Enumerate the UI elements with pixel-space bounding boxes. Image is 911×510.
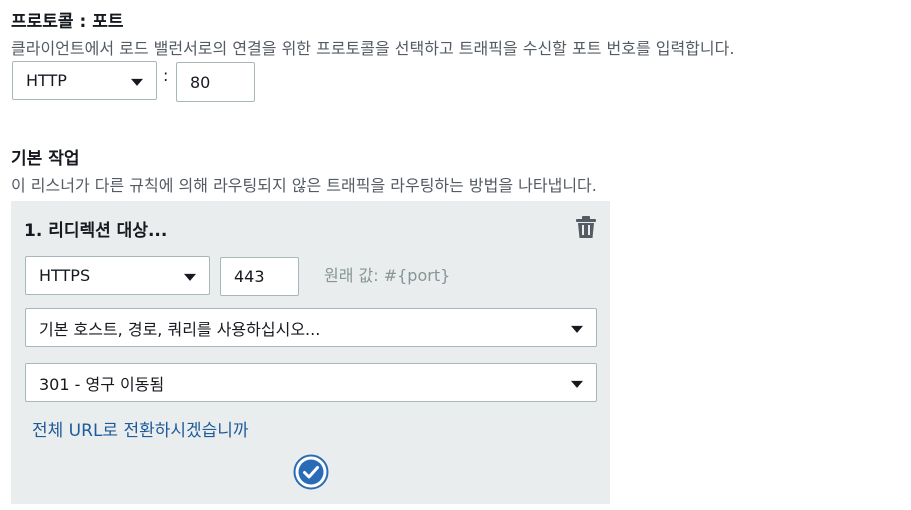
redirect-protocol-value: HTTPS xyxy=(39,266,91,285)
protocol-port-title: 프로토콜 : 포트 xyxy=(11,12,124,32)
caret-down-icon xyxy=(131,78,143,86)
redirect-action-title: 1. 리디렉션 대상... xyxy=(24,221,168,241)
original-port-hint: 원래 값: #{port} xyxy=(324,266,451,285)
redirect-port-input[interactable]: 443 xyxy=(220,257,299,296)
redirect-protocol-select[interactable]: HTTPS xyxy=(25,256,210,295)
checkmark-circle-icon[interactable] xyxy=(293,454,329,490)
caret-down-icon xyxy=(571,380,583,388)
redirect-action-panel: 1. 리디렉션 대상... HTTPS 443 원래 값: #{port} 기본… xyxy=(11,201,610,504)
host-path-query-value: 기본 호스트, 경로, 쿼리를 사용하십시오... xyxy=(39,319,321,339)
caret-down-icon xyxy=(571,325,583,333)
caret-down-icon xyxy=(184,273,196,281)
default-action-description: 이 리스너가 다른 규칙에 의해 라우팅되지 않은 트래픽을 라우팅하는 방법을… xyxy=(11,176,597,195)
listener-port-value: 80 xyxy=(190,72,211,92)
status-code-value: 301 - 영구 이동됨 xyxy=(39,374,165,394)
protocol-port-separator: : xyxy=(163,66,169,85)
status-code-select[interactable]: 301 - 영구 이동됨 xyxy=(25,363,597,402)
protocol-port-description: 클라이언트에서 로드 밸런서로의 연결을 위한 프로토콜을 선택하고 트래픽을 … xyxy=(11,39,735,58)
redirect-port-value: 443 xyxy=(234,267,265,286)
switch-to-full-url-link[interactable]: 전체 URL로 전환하시겠습니까 xyxy=(32,416,249,441)
protocol-select-value: HTTP xyxy=(26,71,67,90)
trash-icon[interactable] xyxy=(576,216,596,238)
default-action-title: 기본 작업 xyxy=(11,149,80,169)
listener-port-input[interactable]: 80 xyxy=(176,62,255,102)
host-path-query-select[interactable]: 기본 호스트, 경로, 쿼리를 사용하십시오... xyxy=(25,308,597,347)
protocol-select[interactable]: HTTP xyxy=(12,61,157,100)
